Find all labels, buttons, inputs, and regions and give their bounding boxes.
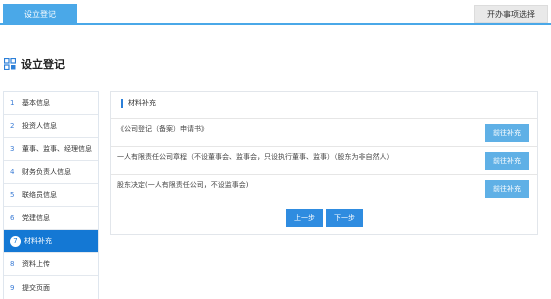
step-number-badge: 7 (10, 235, 21, 247)
step-item[interactable]: 9 提交页面 (4, 276, 98, 299)
step-item[interactable]: 2 投资人信息 (4, 115, 98, 138)
material-name: 股东决定(一人有限责任公司，不设监事会) (117, 181, 249, 189)
step-number: 8 (10, 260, 15, 268)
page-title: 设立登记 (4, 56, 65, 72)
step-item[interactable]: 5 联络员信息 (4, 184, 98, 207)
goto-supplement-button[interactable]: 前往补充 (485, 180, 529, 198)
step-label: 董事、监事、经理信息 (22, 145, 92, 153)
material-panel: 材料补充 《公司登记（备案）申请书》 前往补充 一人有限责任公司章程（不设董事会… (110, 91, 538, 235)
material-row: 股东决定(一人有限责任公司，不设监事会) 前往补充 (111, 174, 537, 202)
step-item[interactable]: 4 财务负责人信息 (4, 161, 98, 184)
goto-supplement-button[interactable]: 前往补充 (485, 124, 529, 142)
step-number: 5 (10, 191, 15, 199)
step-number: 2 (10, 122, 15, 130)
step-label: 资料上传 (22, 260, 50, 268)
step-item[interactable]: 6 党建信息 (4, 207, 98, 230)
material-name: 《公司登记（备案）申请书》 (117, 125, 208, 133)
panel-title: 材料补充 (128, 99, 156, 107)
prev-step-button[interactable]: 上一步 (286, 209, 323, 227)
step-label: 联络员信息 (22, 191, 57, 199)
next-step-button[interactable]: 下一步 (326, 209, 363, 227)
material-name: 一人有限责任公司章程（不设董事会、监事会，只设执行董事、监事）（股东为非自然人） (117, 153, 394, 161)
step-number: 9 (10, 283, 15, 292)
step-item[interactable]: 8 资料上传 (4, 253, 98, 276)
top-bar: 设立登记 开办事项选择 (0, 0, 551, 25)
step-label: 提交页面 (22, 283, 50, 292)
grid-icon (4, 58, 16, 70)
step-item-active[interactable]: 7 材料补充 (4, 230, 98, 253)
step-label: 材料补充 (24, 237, 52, 245)
tab-underline (0, 23, 551, 25)
goto-supplement-button[interactable]: 前往补充 (485, 152, 529, 170)
step-number: 6 (10, 214, 15, 222)
step-label: 财务负责人信息 (22, 168, 71, 176)
select-items-button[interactable]: 开办事项选择 (474, 5, 548, 23)
step-item[interactable]: 1 基本信息 (4, 92, 98, 115)
step-label: 投资人信息 (22, 122, 57, 130)
step-label: 党建信息 (22, 214, 50, 222)
steps-sidebar: 1 基本信息 2 投资人信息 3 董事、监事、经理信息 4 财务负责人信息 5 联络员信息… (3, 91, 99, 299)
step-number: 3 (10, 145, 15, 153)
step-number: 1 (10, 99, 15, 107)
page-title-text: 设立登记 (21, 58, 65, 71)
step-label: 基本信息 (22, 99, 50, 107)
step-number: 4 (10, 168, 15, 176)
tab-establishment-registration[interactable]: 设立登记 (3, 4, 77, 24)
header-accent-bar (121, 98, 123, 108)
material-row: 一人有限责任公司章程（不设董事会、监事会，只设执行董事、监事）（股东为非自然人）… (111, 146, 537, 174)
material-row: 《公司登记（备案）申请书》 前往补充 (111, 118, 537, 146)
panel-header: 材料补充 (111, 92, 537, 114)
step-item[interactable]: 3 董事、监事、经理信息 (4, 138, 98, 161)
